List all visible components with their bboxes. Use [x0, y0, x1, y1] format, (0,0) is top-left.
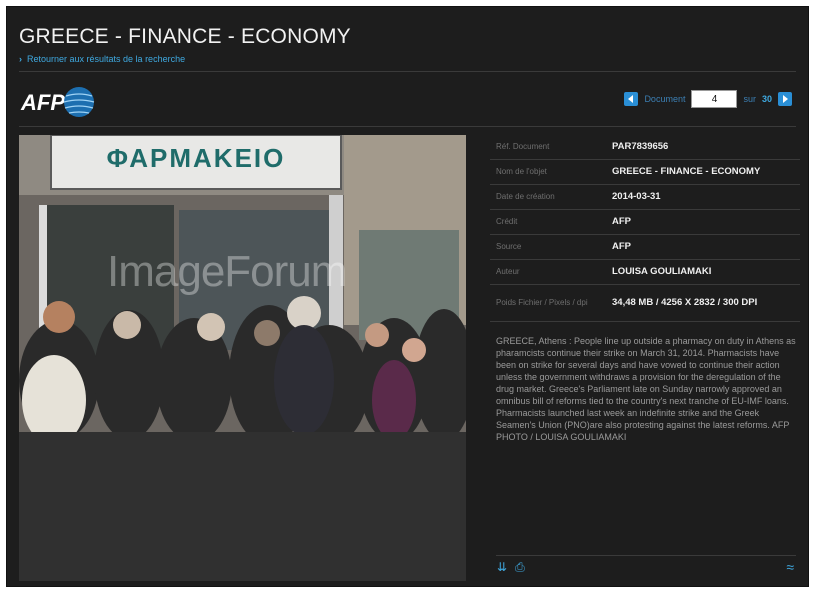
meta-key: Nom de l'objet — [496, 167, 547, 177]
page-title: GREECE - FINANCE - ECONOMY — [19, 25, 351, 48]
meta-row-credit: Crédit AFP — [490, 210, 800, 235]
document-pager: Document sur 30 — [624, 89, 792, 109]
tool-bar: ⇊ ⎙ — [497, 560, 525, 575]
meta-value: AFP — [612, 216, 631, 228]
afp-logo: AFP — [20, 87, 95, 117]
wave-icon[interactable]: ≈ — [786, 559, 794, 575]
divider — [19, 126, 796, 127]
next-document-button[interactable] — [778, 92, 792, 106]
meta-value: AFP — [612, 241, 631, 253]
meta-value: LOUISA GOULIAMAKI — [612, 266, 712, 278]
meta-value: 34,48 MB / 4256 X 2832 / 300 DPI — [612, 297, 758, 309]
logo-text: AFP — [20, 90, 65, 115]
back-link-label: Retourner aux résultats de la recherche — [27, 54, 186, 64]
meta-row-reference: Réf. Document PAR7839656 — [490, 135, 800, 160]
document-label: Document — [644, 94, 686, 104]
prev-document-button[interactable] — [624, 92, 639, 106]
back-to-results-link[interactable]: › Retourner aux résultats de la recherche — [19, 54, 185, 64]
meta-key: Poids Fichier / Pixels / dpi — [496, 298, 588, 308]
print-icon[interactable]: ⎙ — [515, 560, 525, 575]
meta-key: Source — [496, 242, 522, 252]
meta-key: Réf. Document — [496, 142, 550, 152]
news-photo[interactable]: ΦΑΡΜΑΚΕΙΟ ImageForum — [19, 135, 466, 432]
sur-label: sur — [743, 94, 756, 104]
meta-row-date: Date de création 2014-03-31 — [490, 185, 800, 210]
meta-row-file-size: Poids Fichier / Pixels / dpi 34,48 MB / … — [490, 285, 800, 322]
photo-caption: GREECE, Athens : People line up outside … — [496, 336, 796, 442]
meta-row-source: Source AFP — [490, 235, 800, 260]
document-number-input[interactable] — [691, 90, 738, 108]
meta-value: 2014-03-31 — [612, 191, 661, 203]
meta-value: PAR7839656 — [612, 141, 669, 153]
meta-key: Auteur — [496, 267, 520, 277]
meta-key: Date de création — [496, 192, 555, 202]
page-frame: GREECE - FINANCE - ECONOMY › Retourner au… — [6, 6, 809, 587]
meta-row-object-name: Nom de l'objet GREECE - FINANCE - ECONOM… — [490, 160, 800, 185]
divider — [19, 71, 796, 72]
meta-row-author: Auteur LOUISA GOULIAMAKI — [490, 260, 800, 285]
metadata-table: Réf. Document PAR7839656 Nom de l'objet … — [490, 135, 800, 322]
pharmacy-sign: ΦΑΡΜΑΚΕΙΟ — [107, 143, 286, 173]
meta-key: Crédit — [496, 217, 518, 227]
meta-value: GREECE - FINANCE - ECONOMY — [612, 166, 761, 178]
chevron-right-icon: › — [19, 54, 22, 64]
double-chevron-down-icon[interactable]: ⇊ — [497, 560, 507, 575]
photo-panel: ΦΑΡΜΑΚΕΙΟ ImageForum — [19, 135, 466, 581]
divider — [496, 555, 796, 556]
watermark: ImageForum — [107, 247, 347, 296]
right-arrow-icon — [783, 95, 788, 103]
document-total: 30 — [761, 94, 772, 104]
left-arrow-icon — [628, 95, 634, 103]
